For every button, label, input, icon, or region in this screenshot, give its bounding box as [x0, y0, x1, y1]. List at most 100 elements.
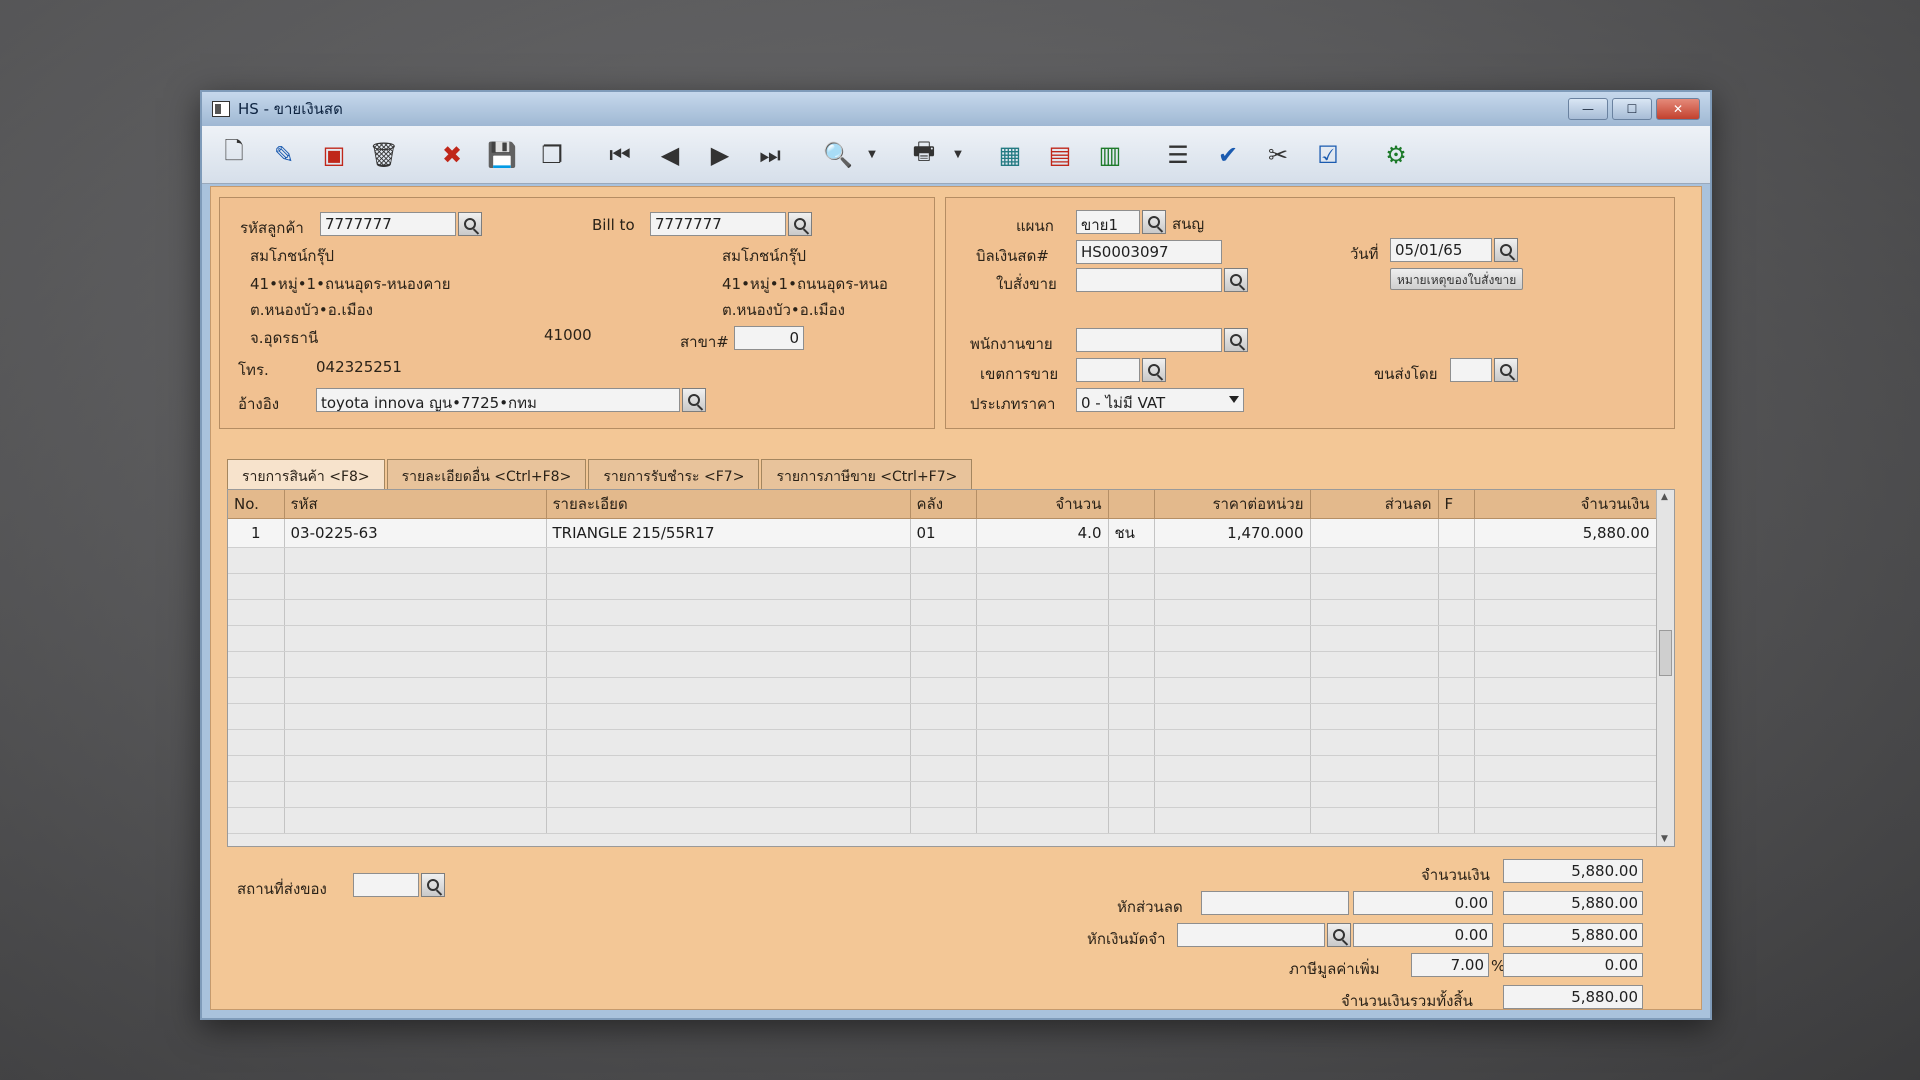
date-picker-button[interactable]: [1494, 238, 1518, 262]
dept-search-button[interactable]: [1142, 210, 1166, 234]
cell-description[interactable]: TRIANGLE 215/55R17: [546, 518, 911, 548]
maximize-button[interactable]: ☐: [1612, 98, 1652, 120]
date-input[interactable]: 05/01/65: [1390, 238, 1492, 262]
table-row[interactable]: [228, 599, 1657, 626]
cell-discount[interactable]: [1310, 518, 1439, 548]
register-icon[interactable]: ▤: [1038, 133, 1082, 177]
discount-input[interactable]: [1201, 891, 1349, 915]
table-row[interactable]: [228, 781, 1657, 808]
col-unit[interactable]: [1108, 490, 1155, 519]
table-row[interactable]: [228, 729, 1657, 756]
col-f[interactable]: F: [1438, 490, 1475, 519]
deposit-input[interactable]: [1177, 923, 1325, 947]
cell-unit-price[interactable]: 1,470.000: [1154, 518, 1311, 548]
branch-input[interactable]: 0: [734, 326, 804, 350]
dept-input[interactable]: ขาย1: [1076, 210, 1140, 234]
shipping-input[interactable]: [1450, 358, 1492, 382]
sales-area-search-button[interactable]: [1142, 358, 1166, 382]
col-quantity[interactable]: จำนวน: [976, 490, 1109, 519]
col-unit-price[interactable]: ราคาต่อหน่วย: [1154, 490, 1311, 519]
copy-icon[interactable]: ❐: [530, 133, 574, 177]
amount-label: จำนวนเงิน: [1421, 866, 1490, 884]
void-icon[interactable]: ▣: [312, 133, 356, 177]
col-description[interactable]: รายละเอียด: [546, 490, 911, 519]
billto-label: Bill to: [592, 216, 635, 234]
tab-sales-tax[interactable]: รายการภาษีขาย <Ctrl+F7>: [761, 459, 973, 489]
settings-icon[interactable]: ⚙: [1374, 133, 1418, 177]
trash-icon[interactable]: 🗑: [362, 133, 406, 177]
minimize-button[interactable]: —: [1568, 98, 1608, 120]
print-dropdown-icon[interactable]: ▼: [952, 133, 964, 177]
table-row[interactable]: [228, 677, 1657, 704]
scrollbar-thumb[interactable]: [1659, 630, 1672, 676]
salesman-input[interactable]: [1076, 328, 1222, 352]
next-record-icon[interactable]: ▶: [698, 133, 742, 177]
tab-items[interactable]: รายการสินค้า <F8>: [227, 459, 385, 489]
cell-unit[interactable]: ชน: [1108, 518, 1155, 548]
calculator-icon[interactable]: ▦: [988, 133, 1032, 177]
cell-warehouse[interactable]: 01: [910, 518, 977, 548]
table-row[interactable]: [228, 755, 1657, 782]
tab-payments[interactable]: รายการรับชำระ <F7>: [588, 459, 760, 489]
table-row[interactable]: 1 03-0225-63 TRIANGLE 215/55R17 01 4.0 ช…: [228, 518, 1657, 548]
tab-other-details[interactable]: รายละเอียดอื่น <Ctrl+F8>: [386, 459, 587, 489]
table-row[interactable]: [228, 573, 1657, 600]
sales-area-input[interactable]: [1076, 358, 1140, 382]
col-warehouse[interactable]: คลัง: [910, 490, 977, 519]
confirm-icon[interactable]: ☑: [1306, 133, 1350, 177]
cell-quantity[interactable]: 4.0: [976, 518, 1109, 548]
save-icon[interactable]: 💾: [480, 133, 524, 177]
last-record-icon[interactable]: ⏭: [748, 133, 792, 177]
col-discount[interactable]: ส่วนลด: [1310, 490, 1439, 519]
first-record-icon[interactable]: ⏮: [598, 133, 642, 177]
col-amount[interactable]: จำนวนเงิน: [1474, 490, 1657, 519]
cell-no[interactable]: 1: [228, 518, 285, 548]
sales-order-search-button[interactable]: [1224, 268, 1248, 292]
report-icon[interactable]: ☰: [1156, 133, 1200, 177]
scroll-up-icon[interactable]: ▲: [1661, 492, 1668, 502]
customer-zip: 41000: [544, 326, 592, 344]
customer-code-input[interactable]: 7777777: [320, 212, 456, 236]
print-icon[interactable]: 🖶: [902, 133, 946, 177]
cell-amount[interactable]: 5,880.00: [1474, 518, 1657, 548]
find-icon[interactable]: 🔍: [816, 133, 860, 177]
shipping-search-button[interactable]: [1494, 358, 1518, 382]
salesman-search-button[interactable]: [1224, 328, 1248, 352]
bill-input[interactable]: HS0003097: [1076, 240, 1222, 264]
export-icon[interactable]: ▥: [1088, 133, 1132, 177]
reference-input[interactable]: toyota innova ญน•7725•กทม: [316, 388, 680, 412]
col-no[interactable]: No.: [228, 490, 285, 519]
cancel-icon[interactable]: ✖: [430, 133, 474, 177]
sales-order-input[interactable]: [1076, 268, 1222, 292]
table-row[interactable]: [228, 625, 1657, 652]
scroll-down-icon[interactable]: ▼: [1661, 834, 1668, 844]
table-row[interactable]: [228, 547, 1657, 574]
reference-search-button[interactable]: [682, 388, 706, 412]
tools-icon[interactable]: ✂: [1256, 133, 1300, 177]
close-button[interactable]: ✕: [1656, 98, 1700, 120]
table-row[interactable]: [228, 703, 1657, 730]
billto-search-button[interactable]: [788, 212, 812, 236]
customer-search-button[interactable]: [458, 212, 482, 236]
discount-value[interactable]: 0.00: [1353, 891, 1493, 915]
deposit-value[interactable]: 0.00: [1353, 923, 1493, 947]
delivery-search-button[interactable]: [421, 873, 445, 897]
approve-icon[interactable]: ✔: [1206, 133, 1250, 177]
grid-scrollbar[interactable]: ▲ ▼: [1656, 490, 1674, 846]
find-dropdown-icon[interactable]: ▼: [866, 133, 878, 177]
price-type-select[interactable]: 0 - ไม่มี VAT: [1076, 388, 1244, 412]
col-code[interactable]: รหัส: [284, 490, 547, 519]
edit-icon[interactable]: ✎: [262, 133, 306, 177]
table-row[interactable]: [228, 807, 1657, 834]
prev-record-icon[interactable]: ◀: [648, 133, 692, 177]
bill-label: บิลเงินสด#: [976, 247, 1049, 265]
new-doc-icon[interactable]: 🗋: [212, 133, 256, 177]
table-row[interactable]: [228, 651, 1657, 678]
billto-code-input[interactable]: 7777777: [650, 212, 786, 236]
sales-order-note-button[interactable]: หมายเหตุของใบสั่งขาย: [1390, 268, 1524, 290]
vat-rate-input[interactable]: 7.00: [1411, 953, 1489, 977]
deposit-search-button[interactable]: [1327, 923, 1351, 947]
cell-code[interactable]: 03-0225-63: [284, 518, 547, 548]
delivery-input[interactable]: [353, 873, 419, 897]
cell-f[interactable]: [1438, 518, 1475, 548]
